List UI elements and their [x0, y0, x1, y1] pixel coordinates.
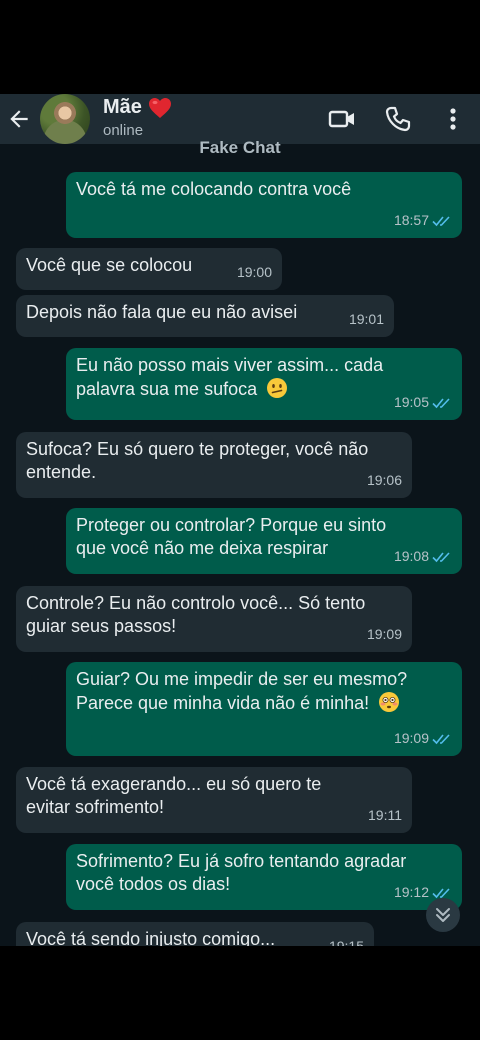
heart-icon: [148, 97, 171, 118]
chevron-double-down-icon: [436, 908, 450, 922]
chat-screen: Mãe online Fake Chat Você tá me colocand…: [0, 94, 480, 946]
message-incoming[interactable]: Você tá sendo injusto comigo... 19:15: [16, 922, 374, 946]
message-outgoing[interactable]: Você tá me colocando contra você 18:57: [66, 172, 462, 238]
message-meta: 18:57: [394, 209, 452, 232]
message-text-line: guiar seus passos!: [26, 616, 177, 636]
message-incoming[interactable]: Depois não fala que eu não avisei 19:01: [16, 295, 394, 337]
double-check-icon: [432, 215, 450, 226]
message-meta: 19:09: [367, 623, 402, 646]
message-time: 19:00: [236, 264, 272, 280]
message-time: 19:12: [393, 884, 429, 900]
message-text-line: Controle? Eu não controlo você... Só ten…: [26, 593, 366, 613]
message-text-line: Sofrimento? Eu já sofro tentando agradar: [76, 851, 407, 871]
message-time: 19:09: [366, 626, 402, 642]
message-meta: 19:01: [349, 308, 384, 331]
message-text-part: Parece que minha vida não é minha!: [76, 693, 370, 713]
message-incoming[interactable]: Controle? Eu não controlo você... Só ten…: [16, 586, 412, 652]
message-meta: 19:06: [367, 469, 402, 492]
message-meta: 19:11: [368, 804, 402, 827]
message-outgoing[interactable]: Sofrimento? Eu já sofro tentando agradar…: [66, 844, 462, 910]
message-meta: 19:08: [394, 545, 452, 568]
message-incoming[interactable]: Você tá exagerando... eu só quero te evi…: [16, 767, 412, 833]
message-text: Você tá me colocando contra você: [76, 179, 352, 199]
video-camera-icon[interactable]: [327, 104, 357, 134]
double-check-icon: [432, 887, 450, 898]
double-check-icon: [432, 551, 450, 562]
message-meta: 19:15: [329, 935, 364, 946]
message-incoming[interactable]: Você que se colocou 19:00: [16, 248, 282, 290]
message-meta: 19:00: [237, 261, 272, 284]
avatar[interactable]: [40, 94, 90, 144]
message-text-line: Eu não posso mais viver assim... cada: [76, 355, 384, 375]
chat-header: Mãe online: [0, 94, 480, 144]
phone-icon[interactable]: [383, 104, 413, 134]
scroll-to-bottom-button[interactable]: [426, 898, 460, 932]
message-text-line: Parece que minha vida não é minha!: [76, 691, 452, 715]
message-time: 19:05: [393, 394, 429, 410]
confused-face-icon: [267, 378, 288, 398]
chat-subtitle: Fake Chat: [199, 138, 281, 157]
message-meta: 19:09: [394, 727, 452, 750]
more-vertical-icon[interactable]: [438, 104, 468, 134]
message-text: Você que se colocou: [26, 255, 193, 275]
message-time: 19:15: [328, 938, 364, 946]
double-check-icon: [432, 733, 450, 744]
message-time: 19:11: [368, 807, 402, 823]
message-text-part: palavra sua me sufoca: [76, 379, 258, 399]
message-text-line: evitar sofrimento!: [26, 797, 165, 817]
arrow-left-icon[interactable]: [6, 106, 32, 132]
message-incoming[interactable]: Sufoca? Eu só quero te proteger, você nã…: [16, 432, 412, 498]
message-time: 18:57: [393, 212, 429, 228]
message-text-line: Proteger ou controlar? Porque eu sinto: [76, 515, 387, 535]
message-text-line: Você tá exagerando... eu só quero te: [26, 774, 322, 794]
flushed-face-icon: [379, 692, 400, 712]
message-text: Você tá sendo injusto comigo...: [26, 929, 276, 946]
contact-name: Mãe: [103, 96, 142, 118]
message-text: Depois não fala que eu não avisei: [26, 302, 298, 322]
message-text-line: entende.: [26, 462, 97, 482]
message-time: 19:09: [393, 730, 429, 746]
message-outgoing[interactable]: Guiar? Ou me impedir de ser eu mesmo? Pa…: [66, 662, 462, 756]
contact-status: online: [103, 122, 144, 139]
double-check-icon: [432, 397, 450, 408]
message-text-line: Guiar? Ou me impedir de ser eu mesmo?: [76, 669, 408, 689]
message-text-line: Sufoca? Eu só quero te proteger, você nã…: [26, 439, 369, 459]
message-outgoing[interactable]: Eu não posso mais viver assim... cada pa…: [66, 348, 462, 420]
message-outgoing[interactable]: Proteger ou controlar? Porque eu sinto q…: [66, 508, 462, 574]
message-time: 19:08: [393, 548, 429, 564]
message-meta: 19:05: [394, 391, 452, 414]
message-time: 19:01: [348, 311, 384, 327]
contact-name-row[interactable]: Mãe: [103, 96, 172, 119]
message-time: 19:06: [366, 472, 402, 488]
